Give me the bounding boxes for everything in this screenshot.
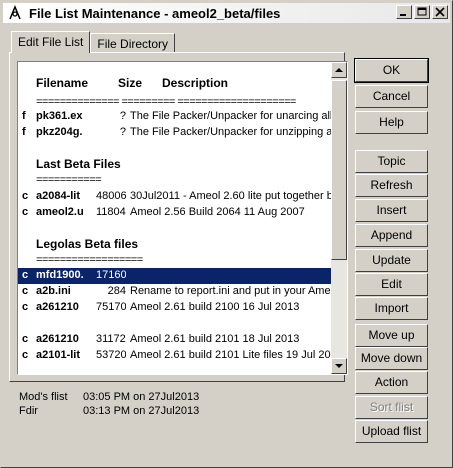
list-item[interactable]: c a2b.ini 284 Rename to report.ini and p…	[18, 284, 332, 300]
topic-button[interactable]: Topic	[355, 150, 428, 173]
maximize-icon	[417, 7, 427, 16]
upload-flist-button[interactable]: Upload flist	[355, 420, 428, 443]
vertical-scrollbar[interactable]	[331, 62, 347, 374]
row-flag: c	[22, 206, 29, 218]
file-list[interactable]: Filename Size Description ==============…	[17, 61, 348, 375]
row-size: 311725	[96, 333, 126, 345]
scroll-up-button[interactable]	[331, 62, 347, 78]
close-icon	[435, 7, 445, 17]
section-separator: ===========	[36, 174, 102, 186]
mods-flist-label: Mod's flist	[19, 391, 68, 403]
arrow-up-icon	[335, 68, 343, 72]
app-icon	[7, 5, 23, 21]
import-button[interactable]: Import	[355, 297, 428, 320]
row-filename: a2b.ini	[36, 285, 71, 297]
row-filename: pkz204g.	[36, 126, 83, 138]
row-flag: c	[22, 301, 29, 313]
row-size: 17160	[96, 269, 126, 281]
list-item[interactable]: c a2101-lit 537208 Ameol 2.61 build 2101…	[18, 348, 332, 364]
header-filename: Filename	[36, 76, 89, 90]
list-item[interactable]: c a2084-lit 480067 30Jul2011 - Ameol 2.6…	[18, 189, 332, 205]
ok-button[interactable]: OK	[354, 58, 429, 83]
row-size: 751708	[96, 301, 126, 313]
row-flag: c	[22, 285, 29, 297]
row-flag: f	[22, 126, 26, 138]
row-description: Ameol 2.61 build 2101 18 Jul 2013	[130, 333, 300, 345]
header-description: Description	[162, 76, 229, 90]
row-description: The File Packer/Unpacker for unzipping a	[130, 126, 332, 138]
update-button[interactable]: Update	[355, 249, 428, 272]
row-flag: c	[22, 269, 29, 281]
move-down-button[interactable]: Move down	[355, 347, 428, 370]
tab-file-directory[interactable]: File Directory	[90, 33, 176, 53]
append-button[interactable]: Append	[355, 224, 428, 247]
minimize-button[interactable]	[396, 5, 412, 19]
list-header-row: Filename Size Description	[18, 76, 332, 92]
file-list-maintenance-dialog: File List Maintenance - ameol2_beta/file…	[0, 0, 453, 468]
header-separator: ============== ========= ===============…	[36, 96, 296, 108]
sort-flist-button[interactable]: Sort flist	[355, 396, 428, 419]
list-item[interactable]: f pkz204g. ? The File Packer/Unpacker fo…	[18, 125, 332, 141]
header-size: Size	[118, 76, 143, 90]
close-button[interactable]	[432, 5, 448, 19]
action-button[interactable]: Action	[355, 371, 428, 394]
refresh-button[interactable]: Refresh	[355, 174, 428, 197]
cancel-button[interactable]: Cancel	[355, 85, 428, 108]
window-title: File List Maintenance - ameol2_beta/file…	[29, 5, 281, 21]
row-filename: mfd1900.	[36, 269, 84, 281]
row-filename: ameol2.u	[36, 206, 84, 218]
row-flag: c	[22, 349, 29, 361]
list-item[interactable]: c ameol2.u 118046 Ameol 2.56 Build 2064 …	[18, 205, 332, 221]
row-description: Ameol 2.61 build 2101 Lite files 19 Jul …	[130, 349, 332, 361]
section-heading: Last Beta Files	[36, 157, 121, 171]
row-flag: f	[22, 110, 26, 122]
row-filename: a2084-lit	[36, 190, 81, 202]
row-filename: pk361.ex	[36, 110, 83, 122]
row-filename: a261210	[36, 333, 79, 345]
mods-flist-value: 03:05 PM on 27Jul2013	[83, 391, 200, 403]
insert-button[interactable]: Insert	[355, 199, 428, 222]
scroll-thumb[interactable]	[331, 80, 347, 260]
tab-strip: Edit File List File Directory	[11, 31, 176, 53]
scroll-down-button[interactable]	[331, 358, 347, 374]
row-size: 284	[107, 285, 126, 297]
row-flag: c	[22, 190, 29, 202]
tab-edit-file-list[interactable]: Edit File List	[11, 31, 91, 53]
row-size: ?	[119, 126, 126, 138]
row-filename: a261210	[36, 301, 79, 313]
fdir-label: Fdir	[19, 405, 38, 417]
row-size: ?	[119, 110, 126, 122]
row-flag: c	[22, 333, 29, 345]
list-item[interactable]: c a261210 751708 Ameol 2.61 build 2100 1…	[18, 300, 332, 316]
row-size: 480067	[96, 190, 126, 202]
row-size: 118046	[96, 206, 126, 218]
fdir-value: 03:13 PM on 27Jul2013	[83, 405, 200, 417]
row-description: The File Packer/Unpacker for unarcing al…	[130, 110, 332, 122]
section-separator: ==================	[36, 254, 143, 266]
maximize-button[interactable]	[414, 5, 430, 19]
title-bar[interactable]: File List Maintenance - ameol2_beta/file…	[3, 3, 450, 23]
move-up-button[interactable]: Move up	[355, 324, 428, 347]
row-description: Ameol 2.56 Build 2064 11 Aug 2007	[130, 206, 305, 218]
help-button[interactable]: Help	[355, 111, 428, 134]
row-description: 30Jul2011 - Ameol 2.60 lite put together…	[130, 190, 332, 202]
list-item[interactable]: f pk361.ex ? The File Packer/Unpacker fo…	[18, 109, 332, 125]
edit-button[interactable]: Edit	[355, 273, 428, 296]
row-size: 537208	[96, 349, 126, 361]
list-item-selected[interactable]: c mfd1900. 17160	[18, 268, 332, 284]
row-description: Rename to report.ini and put in your Ame…	[130, 285, 332, 297]
row-filename: a2101-lit	[36, 349, 81, 361]
arrow-down-icon	[335, 364, 343, 368]
minimize-icon	[400, 14, 406, 16]
row-description: Ameol 2.61 build 2100 16 Jul 2013	[130, 301, 300, 313]
section-heading: Legolas Beta files	[36, 237, 139, 251]
list-item[interactable]: c a261210 311725 Ameol 2.61 build 2101 1…	[18, 332, 332, 348]
